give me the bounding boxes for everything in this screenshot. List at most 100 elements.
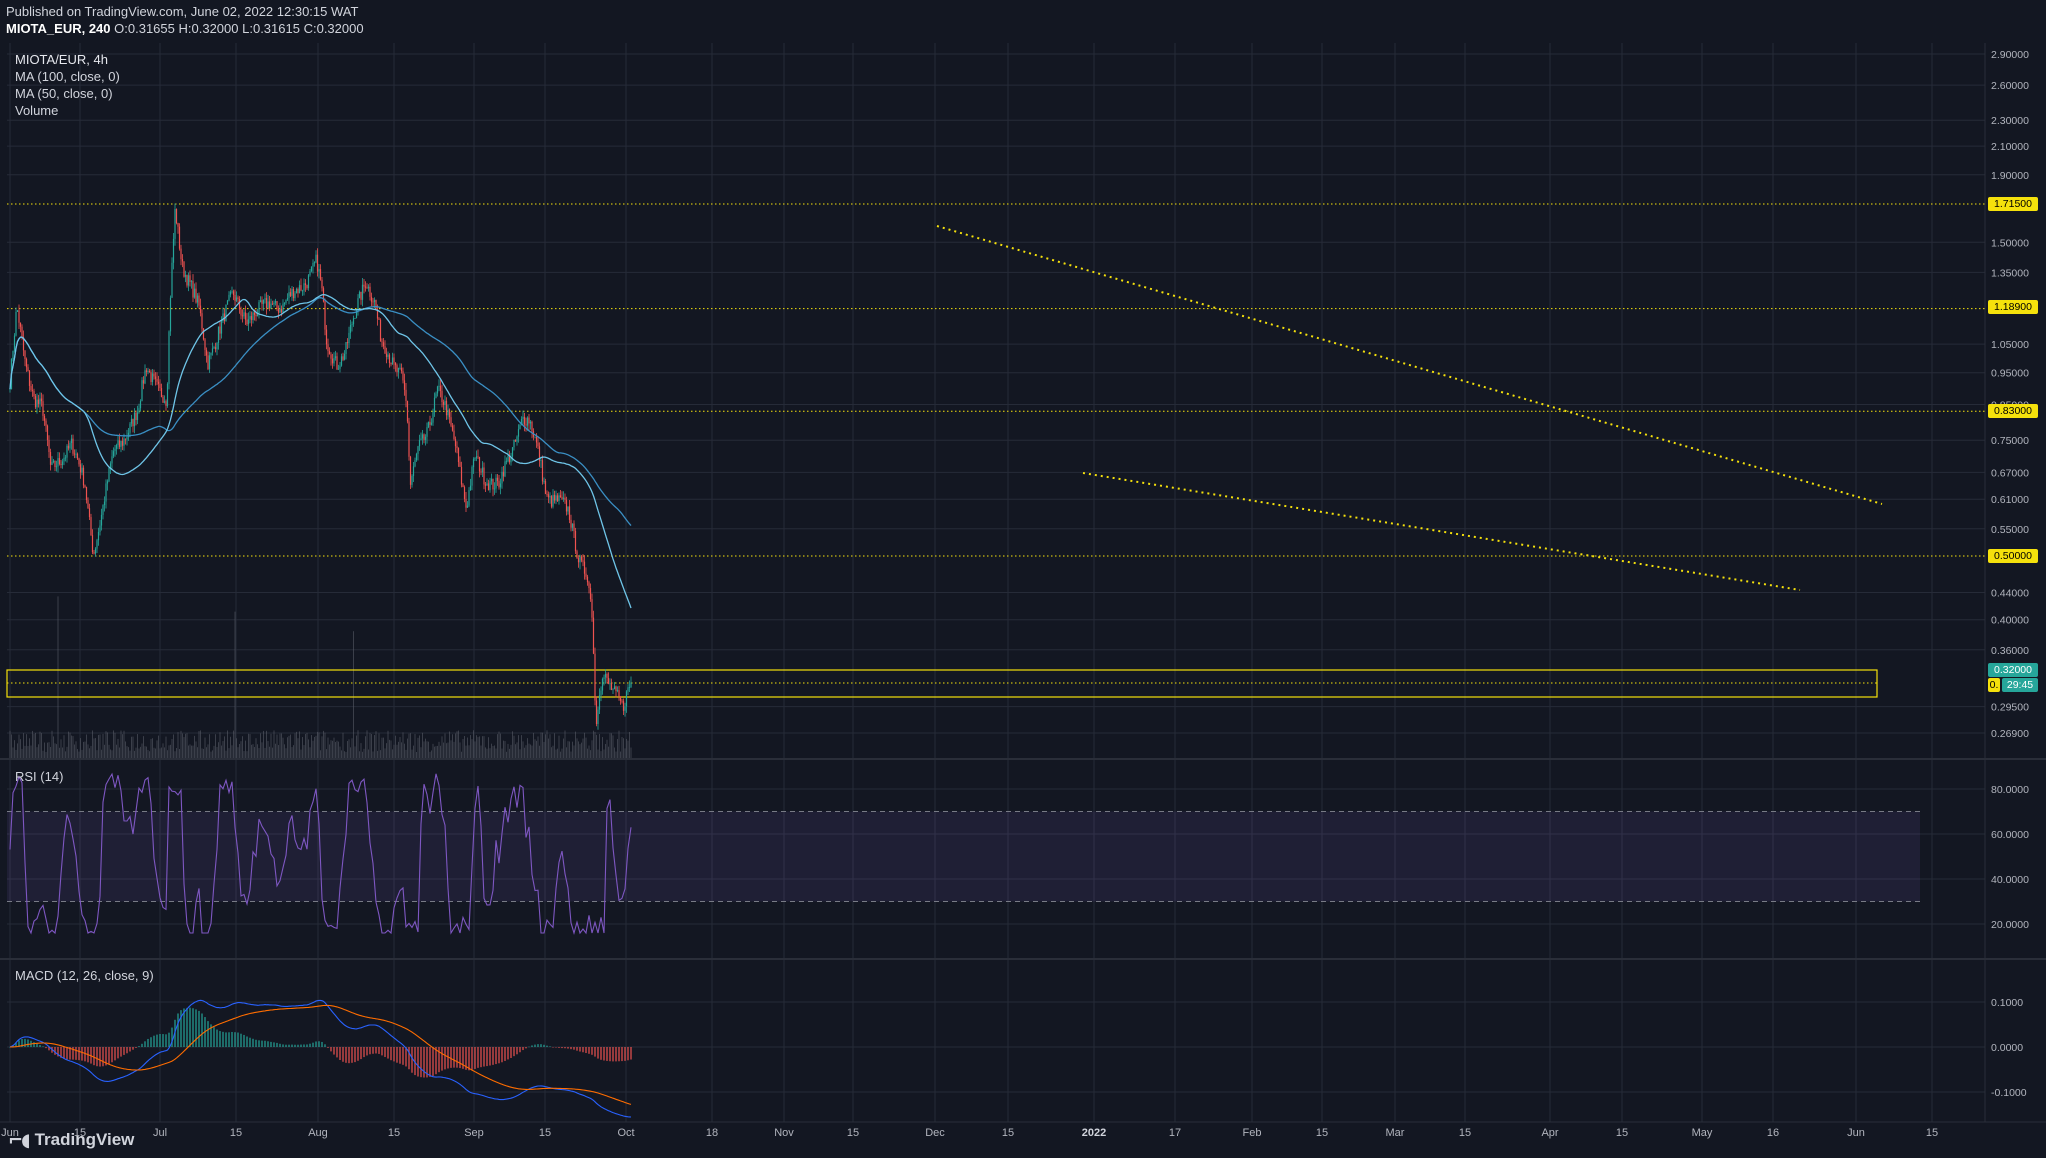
volume-bar [38,744,39,758]
volume-bar [371,734,372,758]
candle-body [390,363,392,365]
candle-body [153,373,155,377]
volume-bar [530,744,531,758]
candle-body [141,380,143,401]
volume-bar [447,742,449,758]
candle-body [600,690,602,696]
candle-body [525,424,527,426]
volume-bar [375,731,377,758]
x-tick-label: Dec [925,1127,945,1139]
macd-histogram-bar [216,1029,218,1047]
volume-bar [320,750,321,758]
candle-body [628,686,631,688]
macd-histogram-bar [603,1047,605,1061]
candle-body [88,508,91,518]
candle-body [558,495,560,502]
volume-bar [269,746,270,758]
candle-body [312,262,314,267]
volume-bar [162,743,164,758]
macd-histogram-bar [75,1047,77,1060]
macd-histogram-bar [363,1047,365,1058]
volume-bar [231,745,233,758]
candle-body [325,329,328,345]
x-tick-label: Jul [153,1127,167,1139]
macd-histogram-bar [111,1047,113,1063]
candle-body [498,480,500,488]
volume-bar [423,741,425,758]
macd-histogram-bar [567,1047,569,1049]
candle-body [102,505,104,515]
macd-histogram-bar [513,1047,515,1057]
volume-bar [11,734,12,758]
volume-bar [543,741,545,758]
candle-body [145,370,148,372]
tradingview-logo[interactable]: ⌐◖ TradingView [8,1128,134,1152]
volume-bar [561,748,563,758]
candle-body [79,464,82,473]
candle-body [435,393,437,398]
volume-bar [588,745,590,758]
candle-body [196,295,199,303]
macd-histogram-bar [627,1047,629,1061]
volume-bar [245,740,246,758]
volume-bar [404,743,405,758]
x-tick-label: Apr [1541,1127,1558,1139]
candle-body [213,347,215,349]
macd-histogram-bar [384,1047,386,1057]
volume-bar [506,751,507,758]
volume-bar [446,743,447,758]
candle-body [283,302,286,304]
volume-bar [54,743,56,758]
candle-body [570,519,572,528]
candle-body [90,517,92,536]
y-tick-label: 0.26900 [1991,728,2029,740]
macd-histogram-bar [156,1034,158,1047]
candle-body [379,319,382,342]
x-tick-label: May [1692,1127,1713,1139]
candle-body [358,291,361,299]
volume-bar [254,747,255,758]
candle-body [295,289,298,294]
macd-y-tick-label: 0.0000 [1991,1042,2023,1054]
candle-body [309,271,311,276]
y-tick-label: 0.36000 [1991,645,2029,657]
volume-bar [306,732,308,758]
volume-bar [102,733,104,758]
candle-body [237,297,239,299]
volume-bar [413,745,414,758]
macd-histogram-bar [612,1047,614,1062]
candle-body [621,700,623,702]
candle-body [333,358,335,364]
macd-histogram-bar [501,1047,503,1063]
volume-bar [198,730,200,758]
volume-bar [168,745,170,758]
volume-bar [500,733,501,758]
macd-y-tick-label: -0.1000 [1991,1087,2027,1099]
candle-body [301,290,304,292]
volume-bar [242,736,243,758]
candle-body [277,308,280,313]
volume-bar [438,741,440,758]
volume-bar [353,631,354,758]
candle-body [483,467,485,485]
candle-body [397,367,400,373]
candle-body [630,682,632,687]
candle-body [555,495,557,501]
candle-body [49,452,52,465]
candle-body [489,481,491,491]
volume-bar [240,741,242,758]
volume-bar [83,741,84,758]
volume-bar [333,737,335,758]
macd-histogram-bar [45,1047,47,1049]
candle-body [99,525,101,532]
candle-body [126,436,128,440]
macd-histogram-bar [606,1047,608,1061]
macd-histogram-bar [537,1044,539,1047]
candle-body [592,617,595,654]
candle-body [337,368,340,370]
volume-bar [62,747,63,758]
candle-body [150,372,152,383]
chart-canvas[interactable]: Jun 15 Jul 15 Aug 15 Sep 15 Oct 18 Nov 15 Dec 15 2022 1… [0,0,2046,1158]
volume-bar [491,743,492,758]
candle-body [625,691,628,707]
